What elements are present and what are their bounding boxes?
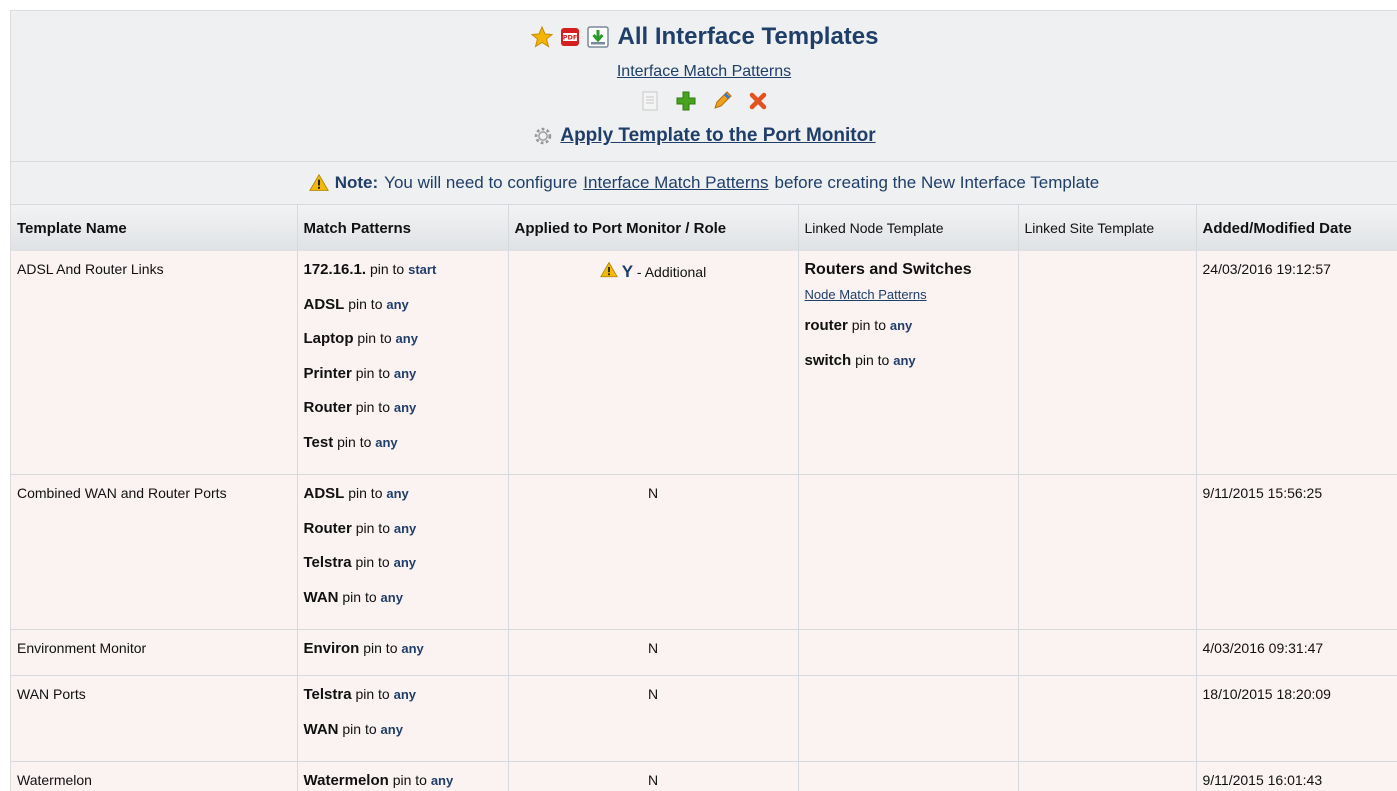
match-patterns-cell: 172.16.1. pin to start ADSL pin to any L… <box>297 251 509 475</box>
node-pattern-item: switch pin to any <box>804 351 916 369</box>
pattern-item: Printer pin to any <box>303 364 417 382</box>
template-name-cell[interactable]: WAN Ports <box>11 675 298 762</box>
applied-value: Y <box>621 262 634 281</box>
pattern-item: Environ pin to any <box>303 640 424 657</box>
apply-template-link[interactable]: Apply Template to the Port Monitor <box>560 125 875 147</box>
page-title: All Interface Templates <box>617 23 879 50</box>
node-pattern-item: router pin to any <box>804 317 913 334</box>
gear-icon <box>535 127 552 145</box>
interface-match-patterns-link-label: Interface Match Patterns <box>616 63 792 80</box>
applied-cell: N <box>508 761 799 791</box>
applied-cell: Y - Additional <box>508 251 799 475</box>
linked-site-cell <box>1018 629 1197 676</box>
note-text-after: before creating the New Interface Templa… <box>774 173 1100 192</box>
edit-icon[interactable] <box>711 90 733 112</box>
col-linked-node[interactable]: Linked Node Template <box>798 205 1019 251</box>
template-name-cell[interactable]: Environment Monitor <box>11 629 298 676</box>
table-row[interactable]: Environment Monitor Environ pin to any N… <box>11 629 1397 676</box>
pattern-item: WAN pin to any <box>303 720 403 738</box>
date-cell: 24/03/2016 19:12:57 <box>1196 251 1397 475</box>
interface-match-patterns-link[interactable]: Interface Match Patterns <box>11 63 1397 81</box>
table-row[interactable]: WAN Ports Telstra pin to any WAN pin to … <box>11 675 1397 762</box>
date-cell: 9/11/2015 15:56:25 <box>1196 474 1397 630</box>
details-icon[interactable] <box>639 90 661 112</box>
applied-role: - Additional <box>636 264 707 280</box>
pattern-item: ADSL pin to any <box>303 485 409 502</box>
match-patterns-cell: Telstra pin to any WAN pin to any <box>297 675 509 762</box>
note-text-before: You will need to configure <box>384 173 578 192</box>
table-row[interactable]: Watermelon Watermelon pin to any N 9/11/… <box>11 761 1397 791</box>
apply-template-row: Apply Template to the Port Monitor <box>11 125 1397 147</box>
date-cell: 18/10/2015 18:20:09 <box>1196 675 1397 762</box>
table-row[interactable]: ADSL And Router Links 172.16.1. pin to s… <box>11 251 1397 475</box>
node-match-patterns-link[interactable]: Node Match Patterns <box>805 287 1012 317</box>
table-row[interactable]: Combined WAN and Router Ports ADSL pin t… <box>11 474 1397 630</box>
pattern-item: Telstra pin to any <box>303 554 417 571</box>
toolbar <box>11 90 1397 112</box>
add-icon[interactable] <box>675 90 697 112</box>
pattern-item: Router pin to any <box>303 519 417 537</box>
page-header: PDF All Interface Templates Interface Ma… <box>11 11 1397 162</box>
pattern-item: Laptop pin to any <box>303 330 418 347</box>
linked-node-cell <box>798 474 1019 630</box>
pattern-item: 172.16.1. pin to start <box>303 261 437 278</box>
download-icon[interactable] <box>586 25 610 49</box>
interface-templates-panel: PDF All Interface Templates Interface Ma… <box>10 10 1397 791</box>
pattern-item: Router pin to any <box>303 399 417 416</box>
template-name-cell[interactable]: Watermelon <box>11 761 298 791</box>
applied-cell: N <box>508 474 799 630</box>
node-template-title[interactable]: Routers and Switches <box>805 261 1012 279</box>
col-date[interactable]: Added/Modified Date <box>1196 205 1397 251</box>
date-cell: 4/03/2016 09:31:47 <box>1196 629 1397 676</box>
date-cell: 9/11/2015 16:01:43 <box>1196 761 1397 791</box>
applied-cell: N <box>508 675 799 762</box>
linked-site-cell <box>1018 675 1197 762</box>
template-name-cell[interactable]: Combined WAN and Router Ports <box>11 474 298 630</box>
svg-text:PDF: PDF <box>562 34 577 42</box>
col-linked-site[interactable]: Linked Site Template <box>1018 205 1197 251</box>
pattern-item: Telstra pin to any <box>303 686 417 703</box>
star-icon[interactable] <box>530 25 554 49</box>
pattern-item: Test pin to any <box>303 433 398 451</box>
warning-icon <box>308 173 329 191</box>
linked-node-cell <box>798 629 1019 676</box>
delete-icon[interactable] <box>747 90 769 112</box>
linked-node-cell <box>798 675 1019 762</box>
pdf-icon[interactable]: PDF <box>558 25 582 49</box>
table-header-row: Template Name Match Patterns Applied to … <box>11 205 1397 251</box>
match-patterns-cell: Watermelon pin to any <box>297 761 509 791</box>
match-patterns-cell: ADSL pin to any Router pin to any Telstr… <box>297 474 509 630</box>
match-patterns-cell: Environ pin to any <box>297 629 509 676</box>
pattern-item: Watermelon pin to any <box>303 772 454 789</box>
applied-cell: N <box>508 629 799 676</box>
col-match-patterns[interactable]: Match Patterns <box>297 205 509 251</box>
linked-site-cell <box>1018 761 1197 791</box>
templates-table: Template Name Match Patterns Applied to … <box>11 205 1397 791</box>
linked-node-cell: Routers and Switches Node Match Patterns… <box>798 251 1019 475</box>
linked-node-cell <box>798 761 1019 791</box>
linked-site-cell <box>1018 251 1197 475</box>
col-applied[interactable]: Applied to Port Monitor / Role <box>508 205 799 251</box>
template-name-cell[interactable]: ADSL And Router Links <box>11 251 298 475</box>
note-match-patterns-link[interactable]: Interface Match Patterns <box>583 173 768 193</box>
note-bar: Note: You will need to configure Interfa… <box>11 162 1397 205</box>
pattern-item: ADSL pin to any <box>303 295 409 313</box>
col-template-name[interactable]: Template Name <box>11 205 298 251</box>
linked-site-cell <box>1018 474 1197 630</box>
warning-icon <box>599 261 618 278</box>
pattern-item: WAN pin to any <box>303 588 403 606</box>
note-label: Note: <box>334 173 379 192</box>
title-row: PDF All Interface Templates <box>11 23 1397 51</box>
